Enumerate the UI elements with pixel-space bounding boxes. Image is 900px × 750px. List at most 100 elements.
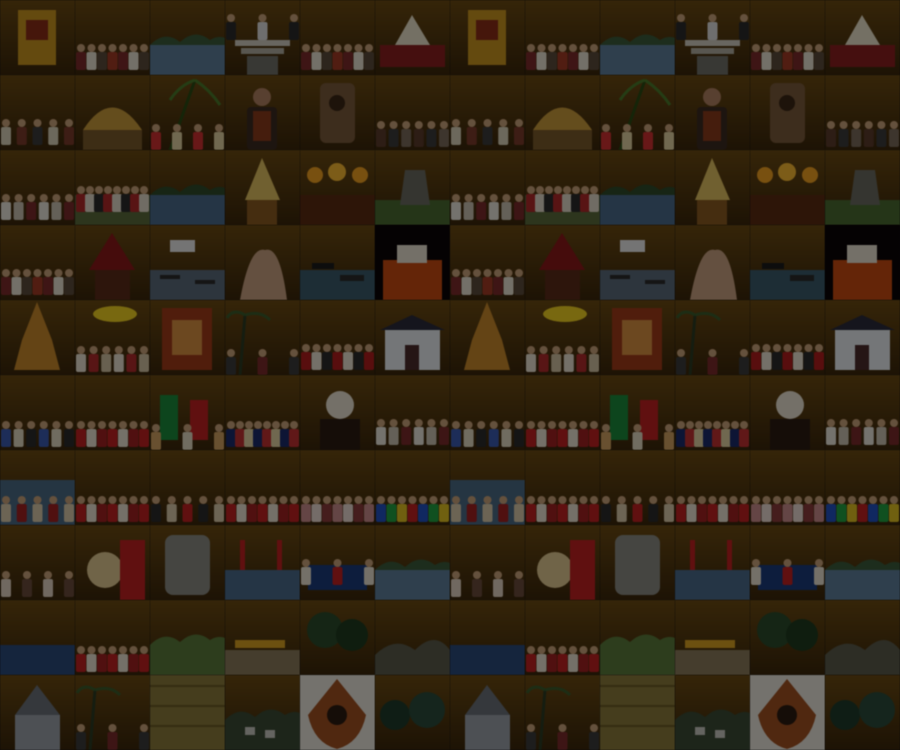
mosaic-photo-lake-hills [375,525,450,600]
mosaic-photo-palm-garden [150,75,225,150]
mosaic-photo-blue-dancers [450,375,525,450]
mosaic-photo-red-dancers [225,450,300,525]
mosaic-photo-grey-building [450,675,525,750]
mosaic-photo-dark-procession [375,75,450,150]
mosaic-photo-lake-boats [150,225,225,300]
mosaic-photo-golden-pagoda [450,300,525,375]
mosaic-photo-red-shrine [150,300,225,375]
mosaic-photo-hands-closeup [675,225,750,300]
mosaic-photo-straw-hut [600,675,675,750]
mosaic-photo-lake-hills [600,0,675,75]
mosaic-photo-straw-hut [150,675,225,750]
mosaic-photo-red-dancers [75,600,150,675]
mosaic-photo-stone-field [375,150,450,225]
mosaic-photo-field-gathering [525,150,600,225]
mosaic-photo-flag-crowd [675,375,750,450]
mosaic-photo-wood-sculpture [300,75,375,150]
mosaic-photo-hands-closeup [225,225,300,300]
mosaic-photo-red-dancers [525,450,600,525]
mosaic-photo-golden-palace [525,75,600,150]
mosaic-photo-green-crowd [450,75,525,150]
mosaic-photo-red-drum [75,525,150,600]
mosaic-photo-blue-lake [600,150,675,225]
mosaic-photo-crowd-ceremony [300,0,375,75]
mosaic-photo-red-bridge [675,525,750,600]
mosaic-photo-fire-lights [750,150,825,225]
mosaic-photo-wayang-shield [300,675,375,750]
mosaic-photo-crowd-ceremony [750,0,825,75]
mosaic-photo-red-stage [825,0,900,75]
mosaic-photo-crowd-ceremony [525,0,600,75]
mosaic-photo-crowd-ceremony [450,225,525,300]
mosaic-photo-golden-headdress [675,150,750,225]
mosaic-photo-green-hills [600,600,675,675]
mosaic-photo-wayang-shield [750,675,825,750]
mosaic-photo-white-house [375,300,450,375]
mosaic-photo-green-flags [150,375,225,450]
mosaic-photo-colorful-dancers [375,450,450,525]
mosaic-photo-golden-palace [75,75,150,150]
mosaic-photo-beach-boats [675,600,750,675]
mosaic-photo-white-crowd [450,150,525,225]
mosaic-photo-river-boats [750,225,825,300]
mosaic-photo-night-forest [825,675,900,750]
mosaic-photo-red-stage [375,0,450,75]
mosaic-photo-rock-field [825,600,900,675]
mosaic-photo-temple-steps [675,0,750,75]
mosaic-photo-red-procession [750,300,825,375]
mosaic-photo-mountain-village [675,675,750,750]
mosaic-photo-lake-boats [600,225,675,300]
mosaic-photo-white-crowd [825,375,900,450]
mosaic-photo-dark-forest [750,600,825,675]
mosaic-photo-green-hills [150,600,225,675]
mosaic-photo-masked-figure [300,375,375,450]
mosaic-photo-beach-boats [225,600,300,675]
mosaic-photo-dark-portraits [0,525,75,600]
mosaic-photo-red-drum [525,525,600,600]
mosaic-photo-palm-street [675,300,750,375]
mosaic-photo-sunset-sea [0,600,75,675]
mosaic-photo-dark-dancers [600,450,675,525]
mosaic-photo-masked-figure [750,375,825,450]
mosaic-photo-pink-dancers [300,450,375,525]
mosaic-photo-crowd-ceremony [75,0,150,75]
mosaic-photo-costume-portrait [675,75,750,150]
mosaic-photo-blue-lake [150,150,225,225]
mosaic-photo-night-forest [375,675,450,750]
mosaic-photo-lake-hills [825,525,900,600]
mosaic-photo-dark-portraits [450,525,525,600]
mosaic-photo-crowd-ceremony [0,225,75,300]
mosaic-photo-palm-street [525,675,600,750]
mosaic-photo-red-dancers [75,375,150,450]
mosaic-photo-red-roof-pagoda [525,225,600,300]
mosaic-photo-red-theatre [375,225,450,300]
mosaic-photo-stone-field [825,150,900,225]
mosaic-photo-gold-altar [0,0,75,75]
mosaic-photo-pink-dancers [750,450,825,525]
mosaic-photo-blue-dancers [0,375,75,450]
mosaic-photo-field-gathering [75,150,150,225]
mosaic-photo-wood-sculpture [750,75,825,150]
mosaic-photo-white-house [825,300,900,375]
mosaic-photo-colorful-dancers [825,450,900,525]
mosaic-photo-white-crowd [0,150,75,225]
mosaic-photo-grey-building [0,675,75,750]
mosaic-photo-red-dancers [525,375,600,450]
mosaic-photo-green-crowd [0,75,75,150]
mosaic-photo-palm-street [75,675,150,750]
mosaic-photo-red-bridge [225,525,300,600]
mosaic-photo-red-shrine [600,300,675,375]
mosaic-photo-sunset-sea [450,600,525,675]
photo-mosaic-background [0,0,900,750]
mosaic-photo-grey-statue [150,525,225,600]
mosaic-photo-costume-portrait [225,75,300,150]
mosaic-photo-blue-stage [300,525,375,600]
mosaic-photo-gold-altar [450,0,525,75]
mosaic-photo-dark-procession [825,75,900,150]
mosaic-photo-dark-forest [300,600,375,675]
mosaic-photo-temple-steps [225,0,300,75]
mosaic-photo-white-crowd [375,375,450,450]
mosaic-photo-red-theatre [825,225,900,300]
mosaic-photo-blue-stage [750,525,825,600]
mosaic-photo-red-procession [300,300,375,375]
